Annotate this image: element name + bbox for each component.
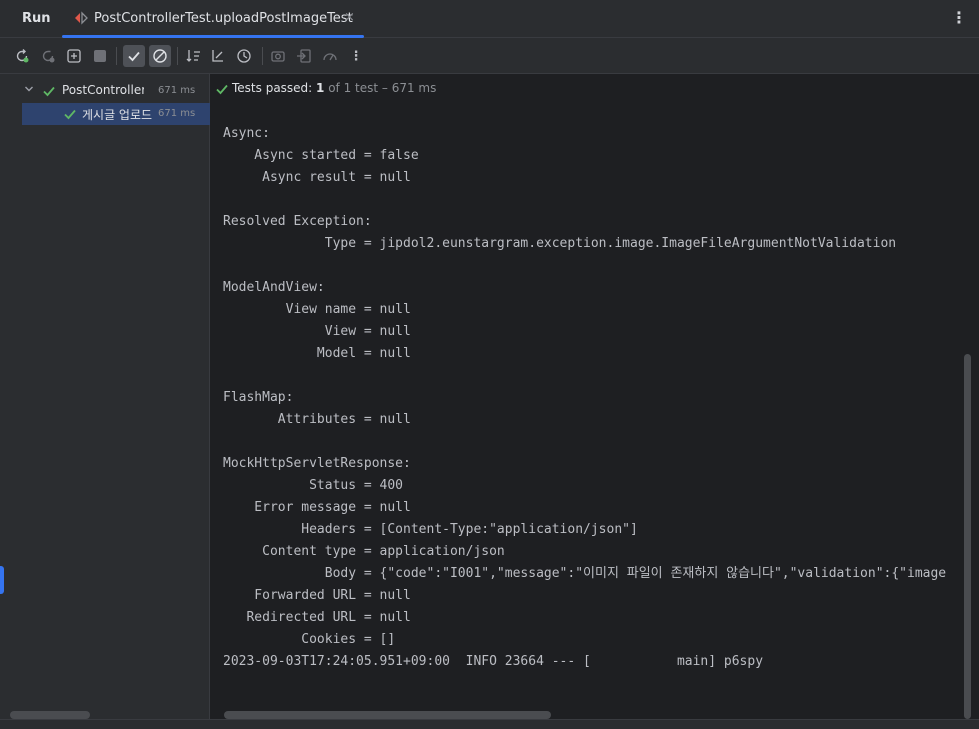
test-config-icon: [74, 11, 88, 25]
import-tests-icon[interactable]: [294, 46, 314, 66]
test-history-icon[interactable]: [234, 46, 254, 66]
status-strip: [0, 719, 979, 729]
tree-item-duration: 671 ms: [158, 108, 196, 119]
console-line: Status = 400: [223, 478, 404, 493]
console-line: Type = jipdol2.eunstargram.exception.ima…: [223, 236, 897, 251]
run-configuration-tab[interactable]: PostControllerTest.uploadPostImageTest ×: [62, 0, 364, 38]
tab-label: PostControllerTest.uploadPostImageTest: [94, 11, 353, 26]
console-line: Model = null: [223, 346, 411, 361]
show-passed-icon[interactable]: [123, 45, 145, 67]
console-line: FlashMap:: [223, 390, 294, 405]
tree-item-test[interactable]: 게시글 업로드 671 ms: [22, 103, 210, 125]
toolbar-separator: [177, 47, 178, 65]
test-tree-panel: PostControllerTest 671 ms 게시글 업로드 671 ms: [0, 74, 210, 729]
test-runner-toolbar: ⋮: [0, 38, 979, 74]
console-line: Error message = null: [223, 500, 411, 515]
console-line: View name = null: [223, 302, 411, 317]
close-tab-icon[interactable]: ×: [344, 10, 355, 25]
rerun-icon[interactable]: [12, 46, 32, 66]
chevron-down-icon[interactable]: [24, 84, 34, 97]
sort-alphabetically-icon[interactable]: [184, 46, 204, 66]
vertical-scrollbar[interactable]: [964, 354, 971, 719]
horizontal-scrollbar[interactable]: [10, 711, 90, 719]
console-line: Async started = false: [223, 148, 419, 163]
more-icon[interactable]: ⋮: [346, 46, 366, 66]
console-line: Forwarded URL = null: [223, 588, 411, 603]
console-line: MockHttpServletResponse:: [223, 456, 411, 471]
tree-item-label: 게시글 업로드: [82, 108, 153, 122]
show-ignored-icon[interactable]: [149, 45, 171, 67]
test-status-bar: Tests passed: 1 of 1 test – 671 ms: [211, 74, 979, 104]
console-line: Body = {"code":"I001","message":"이미지 파일이…: [223, 566, 947, 581]
side-tab-indicator: [0, 566, 4, 594]
status-prefix: Tests passed:: [232, 81, 317, 95]
console-line: 2023-09-03T17:24:05.951+09:00 INFO 23664…: [223, 654, 764, 669]
console-line: Redirected URL = null: [223, 610, 411, 625]
sort-by-duration-icon[interactable]: [208, 46, 228, 66]
console-line: Cookies = []: [223, 632, 396, 647]
console-line: Async:: [223, 126, 270, 141]
tree-item-duration: 671 ms: [158, 85, 196, 96]
console-line: Async result = null: [223, 170, 411, 185]
stop-icon[interactable]: [90, 46, 110, 66]
passed-check-icon: [215, 82, 229, 100]
test-status-text: Tests passed: 1 of 1 test – 671 ms: [232, 81, 436, 95]
console-line: Attributes = null: [223, 412, 411, 427]
console-line: ModelAndView:: [223, 280, 325, 295]
toolbar-separator: [116, 47, 117, 65]
console-output-panel: Tests passed: 1 of 1 test – 671 ms Async…: [211, 74, 979, 729]
coverage-icon[interactable]: [320, 46, 340, 66]
run-tool-window-header: Run PostControllerTest.uploadPostImageTe…: [0, 0, 979, 38]
toolbar-separator: [262, 47, 263, 65]
status-suffix: of 1 test – 671 ms: [324, 81, 437, 95]
passed-check-icon: [42, 84, 56, 98]
console-line: Headers = [Content-Type:"application/jso…: [223, 522, 638, 537]
console-line: View = null: [223, 324, 411, 339]
tree-item-label: PostControllerTest: [62, 83, 144, 97]
run-tool-window-title: Run: [22, 11, 51, 26]
tree-item-root[interactable]: PostControllerTest 671 ms: [22, 80, 210, 102]
passed-check-icon: [63, 107, 77, 121]
console-line: Resolved Exception:: [223, 214, 372, 229]
more-options-icon[interactable]: ⋮: [951, 8, 967, 27]
screenshot-icon[interactable]: [268, 46, 288, 66]
horizontal-scrollbar[interactable]: [224, 711, 551, 719]
console-line: Content type = application/json: [223, 544, 505, 559]
rerun-failed-icon[interactable]: [38, 46, 58, 66]
toggle-auto-test-icon[interactable]: [64, 46, 84, 66]
